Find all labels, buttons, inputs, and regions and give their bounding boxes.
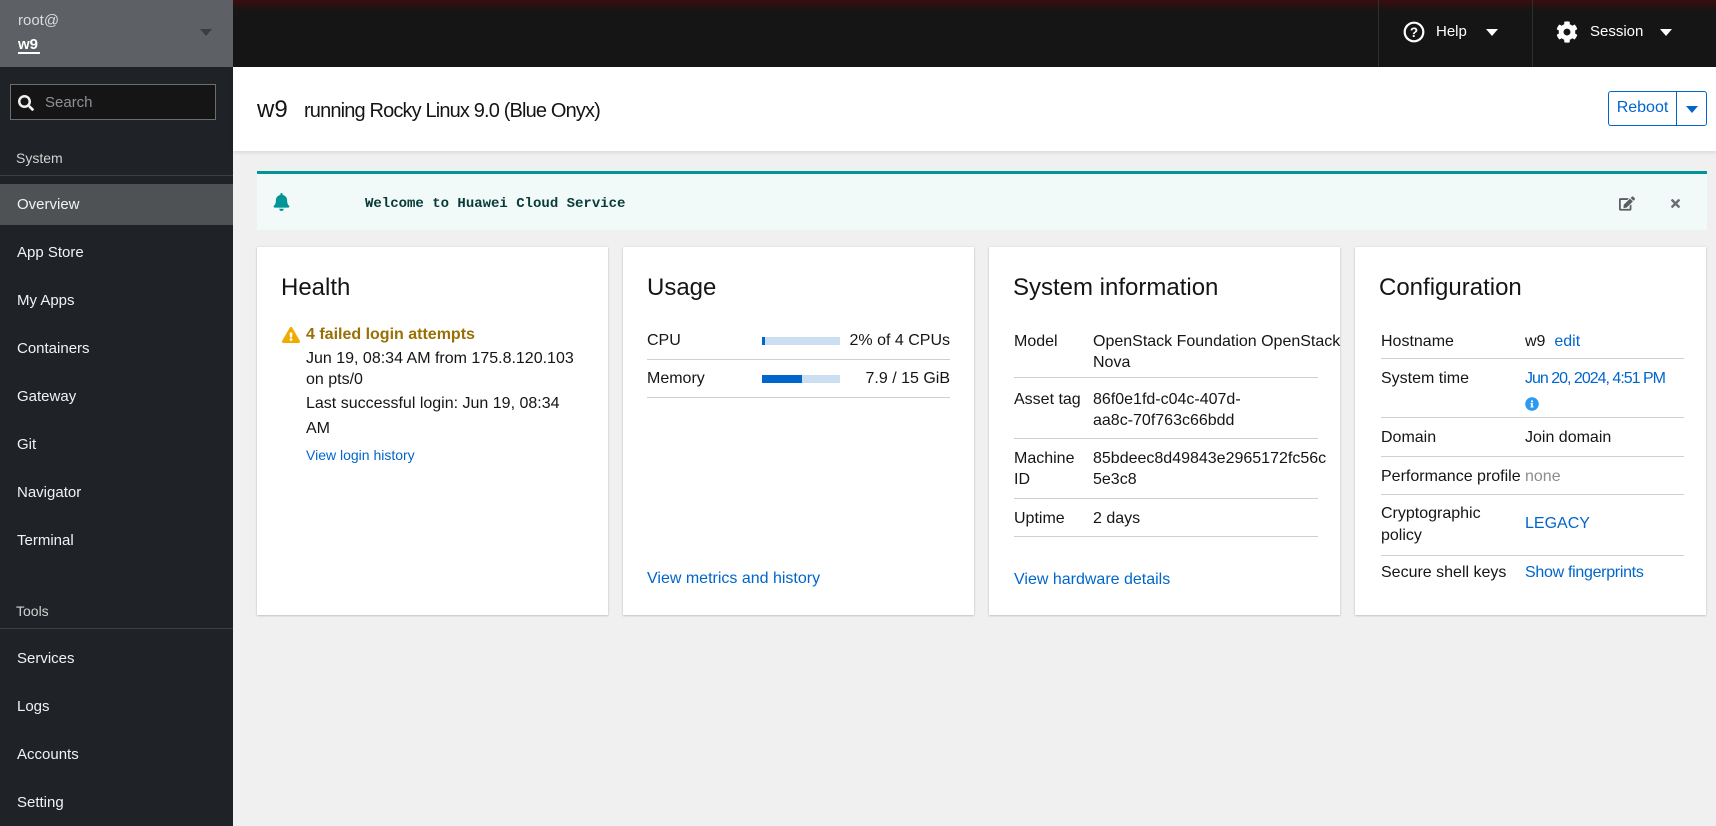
svg-text:?: ? <box>1410 25 1418 40</box>
